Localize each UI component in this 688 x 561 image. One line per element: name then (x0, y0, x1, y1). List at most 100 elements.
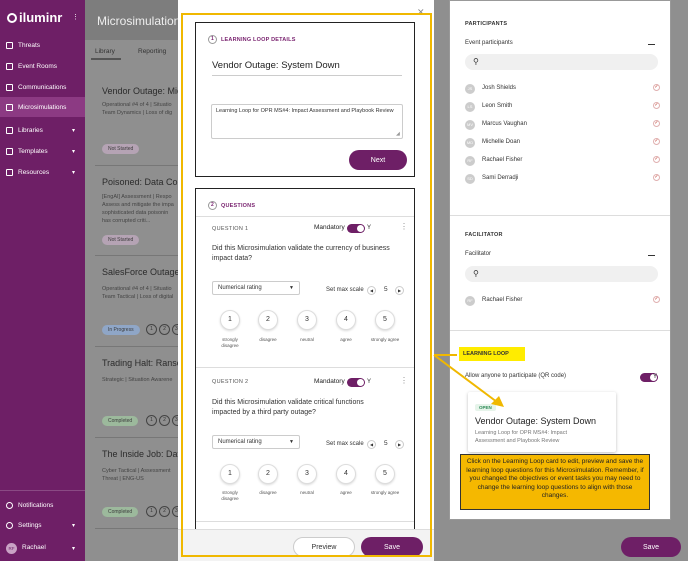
divider (196, 521, 414, 522)
save-button[interactable]: Save (621, 537, 681, 557)
avatar: MD (465, 138, 475, 148)
divider (450, 330, 670, 331)
tab-reporting[interactable]: Reporting (138, 48, 166, 55)
sidebar-item-label: Templates (18, 147, 48, 155)
sidebar-item-microsimulations[interactable]: Microsimulations (0, 97, 85, 117)
toggle-value: Y (653, 374, 658, 380)
sidebar-item-label: Settings (18, 521, 42, 529)
tab-library[interactable]: Library (95, 48, 115, 55)
rating-label: disagree (259, 490, 277, 495)
collapse-icon[interactable] (648, 44, 655, 45)
check-icon[interactable]: ✓ (653, 102, 660, 109)
learning-loop-description: Learning Loop for OPR MS#4: Impact Asses… (475, 430, 568, 444)
section-title-text: QUESTIONS (221, 202, 256, 209)
search-icon: ⚲ (473, 57, 479, 66)
sidebar-item-templates[interactable]: Templates ▾ (0, 141, 85, 161)
rating-label: disagree (259, 337, 277, 342)
rating-option[interactable]: 3 (297, 310, 317, 330)
facilitator-search-input[interactable]: ⚲ (465, 266, 658, 282)
status-badge: Completed (102, 416, 139, 426)
section-title: 1 LEARNING LOOP DETAILS (208, 35, 296, 44)
rating-option[interactable]: 2 (258, 310, 278, 330)
participant-row[interactable]: MD Michelle Doan ✓ (465, 138, 660, 150)
chevron-down-icon: ▾ (71, 545, 75, 552)
check-icon[interactable]: ✓ (653, 174, 660, 181)
more-options-icon[interactable]: ⋮ (400, 222, 408, 231)
card-title[interactable]: SalesForce Outage: I (102, 267, 187, 277)
brand-logo[interactable]: iluminr (7, 10, 62, 25)
description-field[interactable]: Learning Loop for OPR MS#4: Impact Asses… (211, 104, 403, 139)
participant-search-input[interactable]: ⚲ (465, 54, 658, 70)
rating-option[interactable]: 5 (375, 310, 395, 330)
bell-icon (6, 501, 13, 509)
facilitator-row[interactable]: RF Rachael Fisher ✓ (465, 296, 660, 308)
card-title[interactable]: The Inside Job: Data (102, 449, 185, 459)
next-button[interactable]: Next (349, 150, 407, 170)
check-icon[interactable]: ✓ (653, 84, 660, 91)
mandatory-toggle[interactable] (347, 378, 365, 387)
participant-row[interactable]: MV Marcus Vaughan ✓ (465, 120, 660, 132)
user-menu[interactable]: RF Rachael ▾ (0, 538, 85, 558)
sidebar-item-notifications[interactable]: Notifications (0, 495, 85, 515)
rating-option[interactable]: 4 (336, 464, 356, 484)
toggle-value: Y (367, 379, 372, 385)
participant-row[interactable]: LS Leon Smith ✓ (465, 102, 660, 114)
sidebar-item-libraries[interactable]: Libraries ▾ (0, 120, 85, 140)
resize-handle-icon[interactable]: ◢ (396, 131, 400, 137)
card-title[interactable]: Trading Halt: Ranso (102, 358, 182, 368)
participant-row[interactable]: RF Rachael Fisher ✓ (465, 156, 660, 168)
learning-loop-card[interactable]: OPEN Vendor Outage: System Down Learning… (468, 392, 616, 452)
question-type-select[interactable]: Numerical rating ▼ (212, 435, 300, 449)
rating-label: strongly disagree (221, 490, 239, 501)
mandatory-toggle[interactable] (347, 224, 365, 233)
rating-option[interactable]: 5 (375, 464, 395, 484)
close-icon[interactable]: ✕ (417, 7, 425, 18)
check-icon[interactable]: ✓ (653, 138, 660, 145)
sidebar-item-settings[interactable]: Settings ▾ (0, 515, 85, 535)
section-title: 2 QUESTIONS (208, 201, 255, 210)
step-indicator: 2 (159, 324, 170, 335)
more-options-icon[interactable]: ⋮ (400, 376, 408, 385)
microsim-icon (6, 103, 13, 111)
decrease-scale-button[interactable]: ◀ (367, 440, 376, 449)
divider (450, 215, 670, 216)
sidebar-item-threats[interactable]: Threats (0, 35, 85, 55)
question-text[interactable]: Did this Microsimulation validate critic… (212, 398, 392, 418)
sidebar-item-event-rooms[interactable]: Event Rooms (0, 56, 85, 76)
card-meta: Operational #4 of 4 | Situatio (102, 102, 172, 108)
question-text[interactable]: Did this Microsimulation validate the cu… (212, 244, 392, 264)
rating-option[interactable]: 4 (336, 310, 356, 330)
rating-option[interactable]: 3 (297, 464, 317, 484)
check-icon[interactable]: ✓ (653, 120, 660, 127)
max-scale-value: 5 (384, 440, 388, 447)
rating-option[interactable]: 2 (258, 464, 278, 484)
name-field[interactable]: Vendor Outage: System Down (212, 60, 402, 76)
participant-row[interactable]: JS Josh Shields ✓ (465, 84, 660, 96)
sidebar-item-resources[interactable]: Resources ▾ (0, 162, 85, 182)
sidebar-item-label: Notifications (18, 501, 54, 509)
increase-scale-button[interactable]: ▶ (395, 440, 404, 449)
rating-label: strongly agree (370, 490, 400, 495)
divider (196, 367, 414, 368)
sidebar-item-communications[interactable]: Communications (0, 77, 85, 97)
avatar: RF (465, 156, 475, 166)
rating-option[interactable]: 1 (220, 310, 240, 330)
pin-icon[interactable]: ⋮ (72, 13, 79, 21)
collapse-icon[interactable] (648, 255, 655, 256)
card-title[interactable]: Poisoned: Data Corr (102, 177, 184, 187)
card-meta: has corrupted criti... (102, 218, 151, 224)
template-icon (6, 147, 13, 155)
question-type-select[interactable]: Numerical rating ▼ (212, 281, 300, 295)
status-badge: Not Started (102, 144, 140, 154)
check-icon[interactable]: ✓ (653, 156, 660, 163)
rating-option[interactable]: 1 (220, 464, 240, 484)
increase-scale-button[interactable]: ▶ (395, 286, 404, 295)
avatar: SD (465, 174, 475, 184)
preview-button[interactable]: Preview (293, 537, 355, 557)
participant-row[interactable]: SD Sami Derradji ✓ (465, 174, 660, 186)
mandatory-label: Mandatory (314, 224, 345, 231)
decrease-scale-button[interactable]: ◀ (367, 286, 376, 295)
card-title[interactable]: Vendor Outage: Mic (102, 86, 182, 96)
save-button[interactable]: Save (361, 537, 423, 557)
check-icon[interactable]: ✓ (653, 296, 660, 303)
